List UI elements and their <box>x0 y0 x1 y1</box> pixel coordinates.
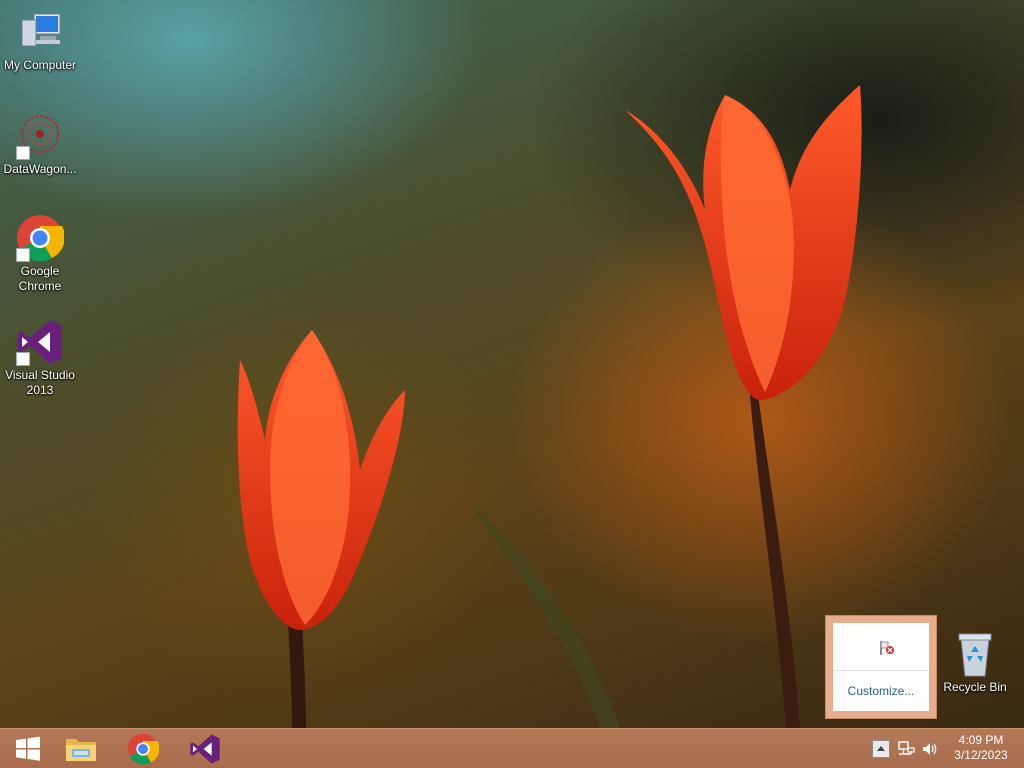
action-center-flag-icon[interactable] <box>878 639 896 657</box>
volume-icon <box>923 743 937 755</box>
popup-separator <box>833 670 929 671</box>
taskbar: 4:09 PM 3/12/2023 <box>0 728 1024 768</box>
desktop[interactable]: My Computer DataWagon... Google Chrome V… <box>0 0 1024 728</box>
chrome-icon <box>127 733 159 764</box>
network-tray-button[interactable] <box>897 740 915 758</box>
notification-overflow-popup: Customize... <box>825 615 937 719</box>
computer-icon <box>16 8 64 56</box>
taskbar-visual-studio[interactable] <box>177 729 233 768</box>
desktop-icon-label: Google Chrome <box>18 264 62 293</box>
desktop-icon-label: My Computer <box>3 58 77 72</box>
windows-logo-icon <box>16 736 40 761</box>
shortcut-arrow-icon <box>16 352 30 366</box>
clock-time: 4:09 PM <box>958 733 1004 747</box>
folder-icon <box>66 738 96 761</box>
desktop-icon-label: DataWagon... <box>3 162 77 176</box>
popup-panel: Customize... <box>833 623 929 711</box>
visual-studio-icon <box>190 733 220 764</box>
desktop-icon-visual-studio-2013[interactable]: Visual Studio 2013 <box>0 318 80 398</box>
show-hidden-icons-icon <box>872 740 890 758</box>
shortcut-arrow-icon <box>16 146 30 160</box>
taskbar-file-explorer[interactable] <box>53 729 109 768</box>
start-button[interactable] <box>0 729 56 768</box>
shortcut-arrow-icon <box>16 248 30 262</box>
clock-date: 3/12/2023 <box>954 748 1008 762</box>
chrome-icon <box>16 214 65 262</box>
desktop-icon-google-chrome[interactable]: Google Chrome <box>0 214 80 294</box>
volume-tray-button[interactable] <box>921 740 939 758</box>
visual-studio-icon <box>16 318 64 366</box>
datawagon-icon <box>16 112 64 160</box>
desktop-icon-label: Recycle Bin <box>943 680 1007 694</box>
network-icon <box>898 741 915 755</box>
desktop-icon-label: Visual Studio 2013 <box>5 368 75 397</box>
desktop-icon-my-computer[interactable]: My Computer <box>0 8 80 73</box>
show-hidden-icons-button[interactable] <box>872 740 890 758</box>
customize-link[interactable]: Customize... <box>833 684 929 698</box>
taskbar-clock[interactable]: 4:09 PM 3/12/2023 <box>944 733 1018 763</box>
desktop-icon-recycle-bin[interactable]: Recycle Bin <box>935 630 1015 695</box>
recycle-bin-icon <box>951 630 999 678</box>
desktop-icon-datawagon[interactable]: DataWagon... <box>0 112 80 177</box>
taskbar-google-chrome[interactable] <box>115 729 171 768</box>
